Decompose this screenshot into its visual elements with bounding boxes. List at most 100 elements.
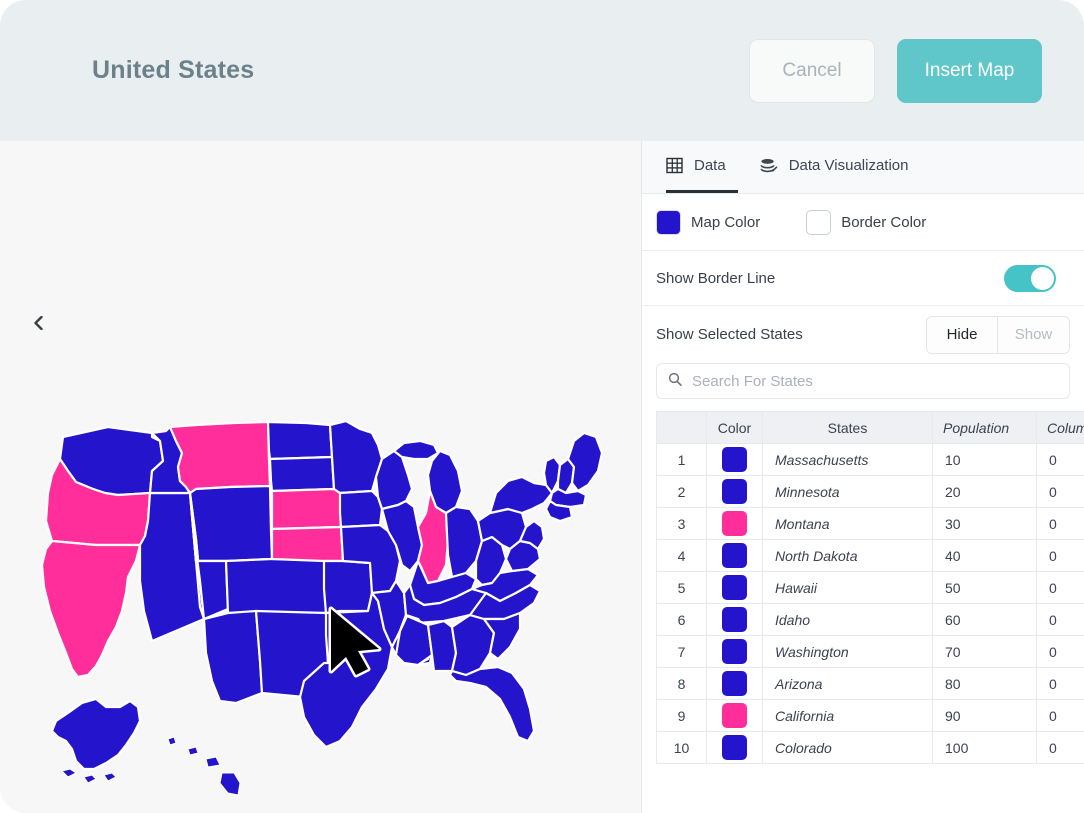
row-color-swatch[interactable] (722, 575, 747, 600)
show-selected-states-label: Show Selected States (656, 326, 803, 343)
state-iowa (340, 491, 382, 527)
table-row[interactable]: 2Minnesota200 (657, 476, 1084, 508)
layers-stack-icon (760, 158, 778, 174)
row-column-value[interactable]: 0 (1037, 604, 1084, 636)
row-color-swatch[interactable] (722, 735, 747, 760)
table-row[interactable]: 3Montana300 (657, 508, 1084, 540)
row-color-swatch[interactable] (722, 607, 747, 632)
row-column-value[interactable]: 0 (1037, 476, 1084, 508)
table-row[interactable]: 1Massachusetts100 (657, 444, 1084, 476)
table-row[interactable]: 8 Arizona800 (657, 668, 1084, 700)
row-color-swatch[interactable] (722, 479, 747, 504)
row-state-name[interactable]: Idaho (763, 604, 933, 636)
show-button[interactable]: Show (998, 317, 1069, 353)
row-index: 8 (657, 668, 707, 700)
row-population[interactable]: 30 (933, 508, 1037, 540)
row-state-name[interactable]: Hawaii (763, 572, 933, 604)
state-wyoming (190, 486, 272, 561)
row-column-value[interactable]: 0 (1037, 572, 1084, 604)
state-nebraska (272, 489, 341, 529)
row-column-value[interactable]: 0 (1037, 700, 1084, 732)
states-table-container[interactable]: Color States Population Colum 1Massachus… (656, 411, 1084, 813)
state-colorado (226, 559, 326, 613)
col-header-population[interactable]: Population (933, 412, 1037, 444)
row-population[interactable]: 100 (933, 732, 1037, 764)
row-population[interactable]: 90 (933, 700, 1037, 732)
col-header-color[interactable]: Color (707, 412, 763, 444)
row-state-name[interactable]: Colorado (763, 732, 933, 764)
col-header-states[interactable]: States (763, 412, 933, 444)
map-picker-dialog: United States Cancel Insert Map (0, 0, 1084, 813)
row-population[interactable]: 10 (933, 444, 1037, 476)
state-alaska (52, 699, 140, 769)
row-color-cell[interactable] (707, 476, 763, 508)
hide-button[interactable]: Hide (927, 317, 998, 353)
row-color-swatch[interactable] (722, 447, 747, 472)
row-color-swatch[interactable] (722, 671, 747, 696)
state-florida (450, 667, 534, 741)
show-border-line-toggle[interactable] (1004, 265, 1056, 292)
chevron-left-icon[interactable] (26, 311, 50, 335)
row-column-value[interactable]: 0 (1037, 540, 1084, 572)
row-population[interactable]: 40 (933, 540, 1037, 572)
row-color-cell[interactable] (707, 572, 763, 604)
insert-map-button[interactable]: Insert Map (897, 39, 1042, 103)
header-actions: Cancel Insert Map (749, 39, 1042, 103)
row-color-swatch[interactable] (722, 511, 747, 536)
row-state-name[interactable]: Montana (763, 508, 933, 540)
row-color-cell[interactable] (707, 604, 763, 636)
color-controls-row: Map Color Border Color (642, 194, 1084, 251)
row-color-cell[interactable] (707, 540, 763, 572)
border-color-swatch[interactable] (806, 210, 831, 235)
row-color-swatch[interactable] (722, 639, 747, 664)
col-header-column[interactable]: Colum (1037, 412, 1084, 444)
search-input[interactable] (692, 373, 1058, 390)
row-index: 4 (657, 540, 707, 572)
row-state-name[interactable]: Arizona (763, 668, 933, 700)
row-color-swatch[interactable] (722, 543, 747, 568)
row-column-value[interactable]: 0 (1037, 668, 1084, 700)
row-color-cell[interactable] (707, 700, 763, 732)
map-color-swatch[interactable] (656, 210, 681, 235)
tab-data[interactable]: Data (666, 141, 738, 193)
row-population[interactable]: 20 (933, 476, 1037, 508)
map-color-control[interactable]: Map Color (656, 210, 760, 235)
table-row[interactable]: 4 North Dakota400 (657, 540, 1084, 572)
row-state-name[interactable]: Minnesota (763, 476, 933, 508)
row-column-value[interactable]: 0 (1037, 636, 1084, 668)
border-color-control[interactable]: Border Color (806, 210, 926, 235)
table-row[interactable]: 10 Colorado1000 (657, 732, 1084, 764)
search-states-field[interactable] (656, 363, 1070, 399)
row-column-value[interactable]: 0 (1037, 508, 1084, 540)
row-color-cell[interactable] (707, 668, 763, 700)
row-color-cell[interactable] (707, 508, 763, 540)
table-row[interactable]: 9California900 (657, 700, 1084, 732)
row-color-cell[interactable] (707, 444, 763, 476)
col-header-index[interactable] (657, 412, 707, 444)
cancel-button[interactable]: Cancel (749, 39, 875, 103)
tab-data-visualization[interactable]: Data Visualization (760, 141, 921, 193)
table-row[interactable]: 6Idaho600 (657, 604, 1084, 636)
row-color-cell[interactable] (707, 636, 763, 668)
us-map-svg[interactable] (0, 141, 641, 813)
row-state-name[interactable]: California (763, 700, 933, 732)
row-population[interactable]: 70 (933, 636, 1037, 668)
row-state-name[interactable]: North Dakota (763, 540, 933, 572)
row-population[interactable]: 60 (933, 604, 1037, 636)
table-row[interactable]: 7Washington700 (657, 636, 1084, 668)
row-column-value[interactable]: 0 (1037, 444, 1084, 476)
row-population[interactable]: 80 (933, 668, 1037, 700)
us-map[interactable] (0, 141, 641, 813)
row-state-name[interactable]: Massachusetts (763, 444, 933, 476)
map-preview-panel[interactable] (0, 141, 641, 813)
row-color-swatch[interactable] (722, 703, 747, 728)
row-color-cell[interactable] (707, 732, 763, 764)
row-population[interactable]: 50 (933, 572, 1037, 604)
row-state-name[interactable]: Washington (763, 636, 933, 668)
settings-panel: Data Data Visualization Ma (642, 141, 1084, 813)
show-border-line-label: Show Border Line (656, 270, 775, 287)
table-row[interactable]: 5Hawaii500 (657, 572, 1084, 604)
table-grid-icon (666, 157, 683, 174)
row-column-value[interactable]: 0 (1037, 732, 1084, 764)
row-index: 10 (657, 732, 707, 764)
